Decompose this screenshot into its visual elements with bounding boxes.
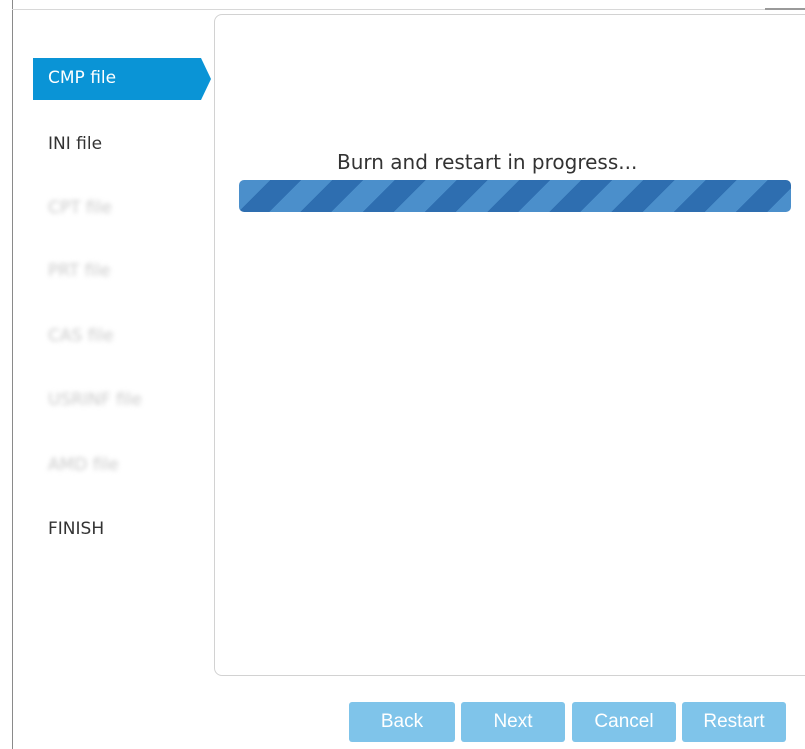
step-label: FINISH <box>48 519 105 539</box>
progress-bar <box>239 180 791 212</box>
step-cas-file[interactable]: CAS file <box>33 316 203 356</box>
progress-bar-fill <box>239 180 791 212</box>
progress-status-text: Burn and restart in progress... <box>337 150 638 174</box>
content-panel <box>214 14 805 676</box>
step-amd-file[interactable]: AMD file <box>33 445 203 485</box>
step-label: USRINF file <box>48 390 142 410</box>
step-cpt-file[interactable]: CPT file <box>33 188 203 228</box>
step-label: AMD file <box>48 455 119 475</box>
step-usrinf-file[interactable]: USRINF file <box>33 380 203 420</box>
step-label: CMP file <box>48 68 117 88</box>
window-top-accent <box>765 8 805 10</box>
step-cmp-file[interactable]: CMP file <box>33 58 211 100</box>
window-left-border <box>12 0 13 749</box>
step-label: PRT file <box>48 261 111 281</box>
back-button[interactable]: Back <box>349 702 455 742</box>
step-ini-file[interactable]: INI file <box>33 124 203 164</box>
step-label: CPT file <box>48 198 112 218</box>
step-prt-file[interactable]: PRT file <box>33 251 203 291</box>
step-finish[interactable]: FINISH <box>33 509 203 549</box>
window-top-border <box>12 9 805 10</box>
step-label: INI file <box>48 134 103 154</box>
next-button[interactable]: Next <box>461 702 565 742</box>
restart-button[interactable]: Restart <box>682 702 786 742</box>
cancel-button[interactable]: Cancel <box>572 702 676 742</box>
step-label: CAS file <box>48 326 114 346</box>
